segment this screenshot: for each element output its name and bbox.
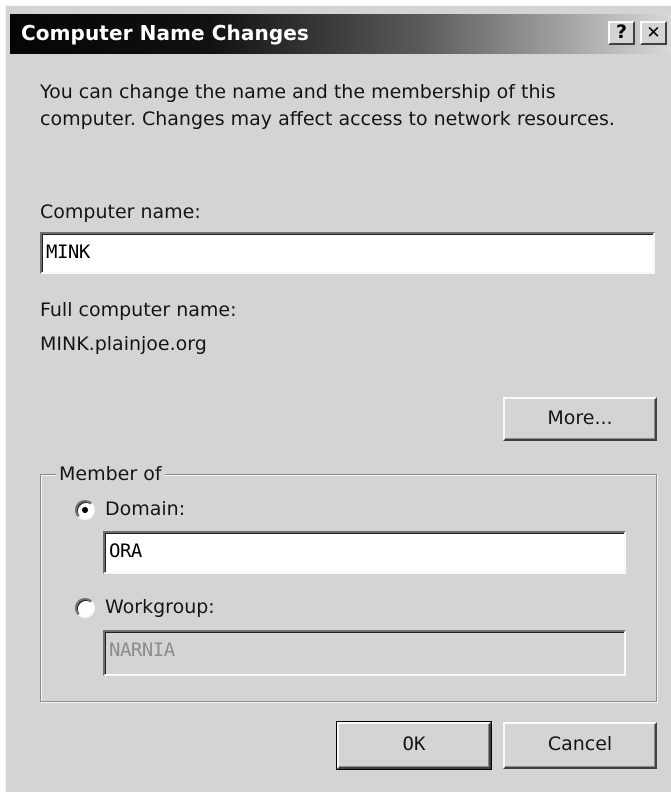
full-computer-name-value: MINK.plainjoe.org — [40, 333, 207, 355]
workgroup-label[interactable]: Workgroup: — [105, 594, 215, 621]
cancel-button[interactable]: Cancel — [503, 722, 657, 769]
help-button[interactable]: ? — [608, 21, 635, 45]
intro-line-1: You can change the name and the membersh… — [40, 81, 556, 103]
intro-text: You can change the name and the membersh… — [40, 79, 660, 133]
workgroup-radio[interactable] — [75, 598, 95, 618]
computer-name-input[interactable]: MINK — [40, 232, 655, 274]
window-title: Computer Name Changes — [21, 21, 309, 45]
close-icon: ✕ — [646, 23, 661, 43]
radio-selected-dot — [82, 507, 88, 513]
domain-label[interactable]: Domain: — [105, 496, 185, 523]
domain-input[interactable]: ORA — [103, 531, 626, 574]
workgroup-input: NARNIA — [103, 630, 626, 676]
intro-line-2: computer. Changes may affect access to n… — [40, 108, 615, 130]
ok-button[interactable]: OK — [336, 721, 492, 770]
full-computer-name-label: Full computer name: — [40, 299, 237, 321]
close-button[interactable]: ✕ — [640, 21, 667, 45]
computer-name-label: Computer name: — [40, 201, 201, 223]
member-of-label: Member of — [56, 460, 165, 488]
domain-radio[interactable] — [75, 500, 95, 520]
more-button[interactable]: More... — [503, 397, 657, 441]
